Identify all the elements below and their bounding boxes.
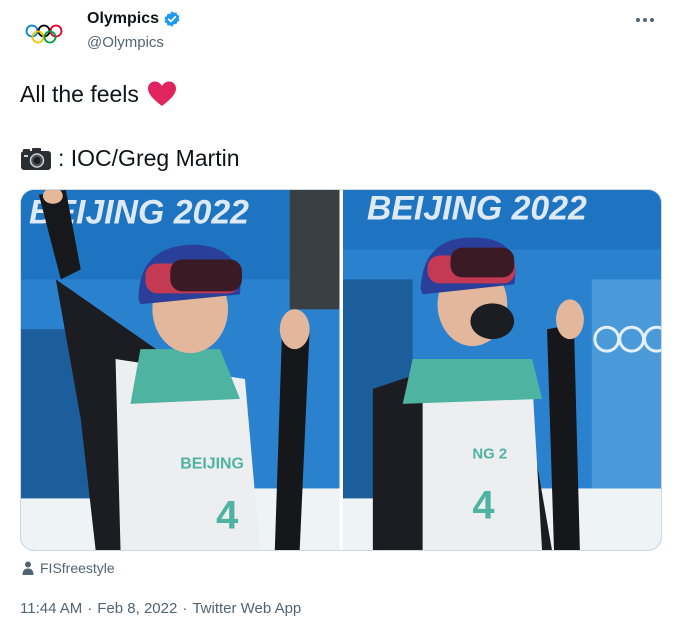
handle[interactable]: @Olympics: [87, 34, 164, 51]
more-options-button[interactable]: [630, 8, 660, 32]
tweet-text-line-2: : IOC/Greg Martin: [20, 145, 239, 172]
olympic-rings-icon: [25, 24, 63, 44]
photo-1[interactable]: BEIJING 2022 BEIJING 4: [21, 190, 340, 550]
photo-1-image: BEIJING 2022 BEIJING 4: [21, 190, 340, 550]
camera-icon: [21, 147, 51, 170]
avatar[interactable]: [18, 8, 70, 60]
media-credit[interactable]: FISfreestyle: [22, 560, 115, 576]
tweet-card: Olympics @Olympics All the feels : IOC/G…: [0, 0, 678, 631]
more-dots-icon: [636, 18, 654, 22]
media-grid: BEIJING 2022 BEIJING 4 BEIJING 2022 NG 2…: [20, 189, 662, 551]
display-name[interactable]: Olympics: [87, 10, 159, 28]
person-icon: [22, 561, 34, 575]
tweet-date[interactable]: Feb 8, 2022: [97, 600, 177, 617]
photo-2[interactable]: BEIJING 2022 NG 2 4: [342, 190, 661, 550]
photo-2-banner: BEIJING 2022: [366, 190, 586, 228]
tweet-source-app[interactable]: Twitter Web App: [192, 600, 301, 617]
photo-2-image: BEIJING 2022 NG 2 4: [342, 190, 661, 550]
author-name-row[interactable]: Olympics: [87, 10, 181, 28]
meta-separator: ·: [87, 600, 93, 617]
photo-2-bib-number: 4: [472, 483, 494, 527]
tweet-time[interactable]: 11:44 AM: [20, 600, 82, 617]
verified-badge-icon: [164, 11, 180, 27]
credit-name[interactable]: FISfreestyle: [40, 560, 115, 576]
tweet-meta: 11:44 AM · Feb 8, 2022 · Twitter Web App: [20, 600, 301, 617]
photo-1-bib-number: 4: [216, 493, 238, 537]
meta-separator: ·: [182, 600, 188, 617]
photo-credit-text: : IOC/Greg Martin: [58, 145, 240, 171]
red-heart-icon: [147, 81, 176, 106]
photo-1-bib-text: BEIJING: [180, 456, 244, 473]
tweet-text: All the feels: [20, 80, 139, 107]
photo-2-bib-text: NG 2: [472, 446, 507, 463]
tweet-text-line-1: All the feels: [20, 80, 177, 108]
